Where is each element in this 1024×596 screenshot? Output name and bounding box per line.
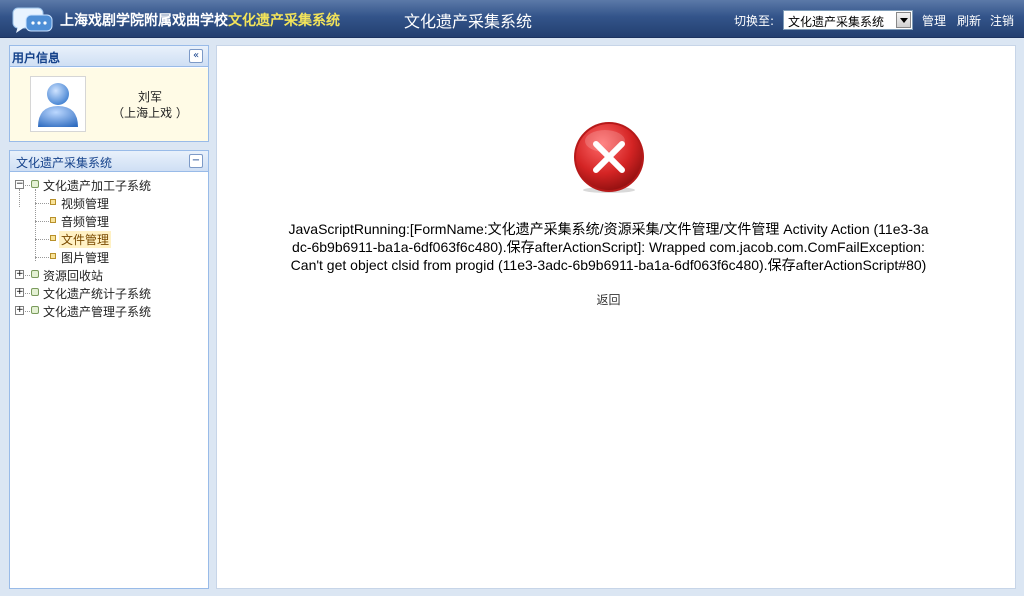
double-chevron-left-icon[interactable]: «	[189, 49, 203, 63]
page-icon	[50, 199, 56, 205]
tree-node-label: 文化遗产管理子系统	[43, 305, 152, 319]
tree-item-label: 视频管理	[61, 197, 110, 211]
tree-connector	[35, 257, 49, 258]
user-info-header: 用户信息 «	[10, 46, 208, 67]
tree-item-label: 图片管理	[61, 251, 110, 265]
folder-icon	[31, 270, 39, 278]
main-content: JavaScriptRunning:[FormName:文化遗产采集系统/资源采…	[216, 45, 1016, 589]
tree-connector	[25, 293, 30, 294]
top-header-bar: 上海戏剧学院附属戏曲学校文化遗产采集系统 文化遗产采集系统 切换至: 文化遗产采…	[0, 0, 1024, 38]
tree-item-file[interactable]: 文件管理	[10, 230, 208, 248]
tree-connector	[25, 275, 30, 276]
tree-item-label: 音频管理	[61, 215, 110, 229]
page-icon	[50, 235, 56, 241]
folder-icon	[31, 306, 39, 314]
tree-node-recycle-bin[interactable]: + 资源回收站	[10, 266, 208, 284]
manage-link[interactable]: 管理	[922, 12, 946, 29]
user-name: 刘军	[137, 90, 162, 104]
system-select[interactable]: 文化遗产采集系统	[783, 10, 913, 30]
tree-item-audio[interactable]: 音频管理	[10, 212, 208, 230]
tree-connector	[35, 221, 49, 222]
chat-bubbles-icon	[12, 7, 53, 33]
folder-icon	[31, 288, 39, 296]
tree-node-management-system[interactable]: + 文化遗产管理子系统	[10, 302, 208, 320]
dropdown-arrow-icon[interactable]	[896, 12, 911, 28]
refresh-link[interactable]: 刷新	[957, 12, 981, 29]
tree-connector	[35, 239, 49, 240]
tree-connector	[35, 203, 49, 204]
switch-label: 切换至:	[734, 14, 775, 28]
user-info-body: 刘军 （上海上戏 ）	[10, 68, 208, 141]
page-icon	[50, 217, 56, 223]
minus-icon[interactable]: −	[189, 154, 203, 168]
system-select-value: 文化遗产采集系统	[788, 15, 885, 29]
folder-icon	[31, 180, 39, 188]
back-link[interactable]: 返回	[217, 291, 1000, 308]
tree-connector	[25, 185, 30, 186]
error-message: JavaScriptRunning:[FormName:文化遗产采集系统/资源采…	[288, 221, 929, 273]
tree-node-label: 资源回收站	[43, 269, 104, 283]
nav-tree: − 文化遗产加工子系统 视频管理 音频管理 文件管理 图片管理 + 资源回收站 …	[10, 175, 208, 588]
tree-connector	[25, 311, 30, 312]
user-info-title: 用户信息	[12, 51, 61, 65]
logout-link[interactable]: 注销	[990, 12, 1014, 29]
tree-item-video[interactable]: 视频管理	[10, 194, 208, 212]
user-avatar-icon	[38, 83, 78, 127]
expand-toggle-icon[interactable]: +	[15, 306, 24, 315]
avatar	[30, 76, 86, 132]
brand-title: 上海戏剧学院附属戏曲学校文化遗产采集系统	[60, 10, 340, 30]
nav-tree-title: 文化遗产采集系统	[16, 156, 113, 170]
user-info-panel: 用户信息 « 刘军 （上海上戏 ）	[9, 45, 209, 142]
tree-node-label: 文化遗产统计子系统	[43, 287, 152, 301]
brand-highlight: 文化遗产采集系统	[228, 13, 340, 29]
nav-tree-panel: 文化遗产采集系统 − − 文化遗产加工子系统 视频管理 音频管理 文件管理 图片…	[9, 150, 209, 589]
tree-node-label: 文化遗产加工子系统	[43, 179, 152, 193]
page-icon	[50, 253, 56, 259]
collapse-toggle-icon[interactable]: −	[15, 180, 24, 189]
expand-toggle-icon[interactable]: +	[15, 288, 24, 297]
tree-node-processing-system[interactable]: − 文化遗产加工子系统	[10, 176, 208, 194]
tree-node-statistics-system[interactable]: + 文化遗产统计子系统	[10, 284, 208, 302]
tree-item-label-selected: 文件管理	[59, 231, 112, 248]
nav-tree-header: 文化遗产采集系统 −	[10, 151, 208, 172]
brand-prefix: 上海戏剧学院附属戏曲学校	[60, 13, 228, 29]
tree-item-image[interactable]: 图片管理	[10, 248, 208, 266]
page-title: 文化遗产采集系统	[404, 12, 533, 31]
user-org: （上海上戏 ）	[112, 106, 188, 120]
expand-toggle-icon[interactable]: +	[15, 270, 24, 279]
error-x-icon	[574, 122, 644, 193]
